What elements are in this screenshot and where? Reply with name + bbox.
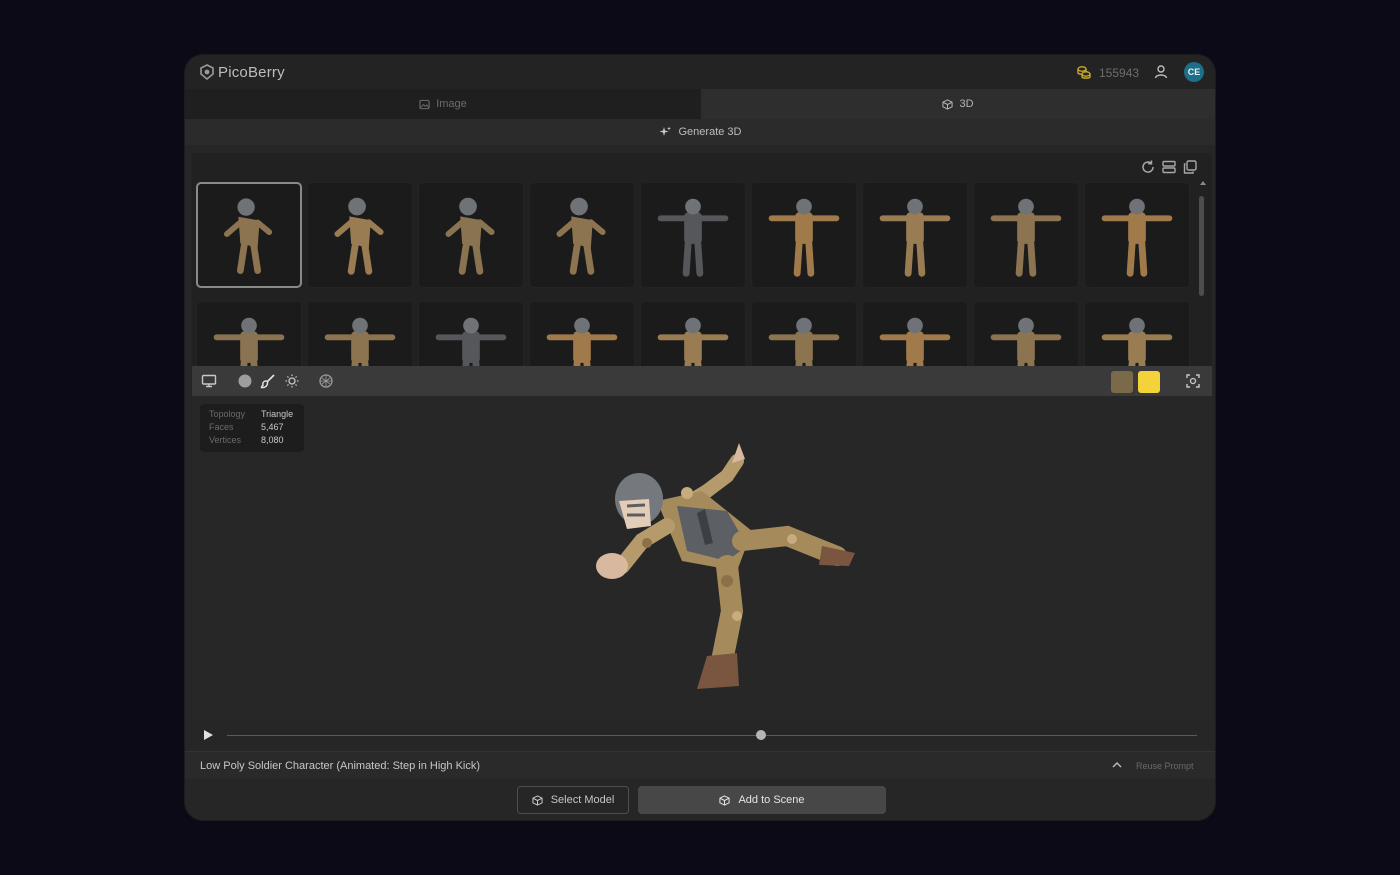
timeline-scrubber[interactable]	[755, 730, 766, 740]
model-thumbnail[interactable]	[307, 301, 413, 366]
model-thumbnail[interactable]	[418, 182, 524, 288]
image-icon	[419, 99, 430, 109]
cube-icon	[532, 794, 543, 806]
model-thumbnail[interactable]	[529, 301, 635, 366]
brand-name: PicoBerry	[218, 64, 285, 81]
soldier-preview	[657, 317, 729, 366]
tab-3d-label: 3D	[959, 98, 974, 110]
light-icon[interactable]	[284, 373, 300, 389]
user-icon[interactable]	[1153, 64, 1169, 80]
soldier-preview	[435, 317, 507, 366]
coins-icon	[1077, 66, 1091, 79]
model-thumbnail[interactable]	[418, 301, 524, 366]
reuse-prompt-link[interactable]: Reuse Prompt	[1136, 761, 1194, 771]
soldier-preview	[990, 317, 1062, 366]
mode-tabs: Image 3D	[185, 89, 1215, 119]
prompt-bar: Low Poly Soldier Character (Animated: St…	[185, 751, 1215, 780]
model-thumbnail[interactable]	[1084, 301, 1190, 366]
generate-3d-button[interactable]: Generate 3D	[185, 119, 1215, 145]
chevron-up-icon[interactable]	[1111, 760, 1123, 770]
select-model-button[interactable]: Select Model	[517, 786, 629, 814]
coin-balance: 155943	[1099, 66, 1140, 80]
model-thumbnail[interactable]	[196, 182, 302, 288]
model-thumbnail[interactable]	[973, 301, 1079, 366]
add-to-scene-label: Add to Scene	[738, 794, 805, 806]
solid-shading-icon[interactable]	[237, 373, 253, 389]
gallery-scrollbar[interactable]	[1199, 196, 1204, 296]
copy-icon[interactable]	[1182, 159, 1198, 175]
model-thumbnail[interactable]	[640, 182, 746, 288]
soldier-preview	[768, 198, 840, 277]
stat-value: 5,467	[261, 422, 284, 432]
stat-label: Vertices	[209, 435, 242, 445]
generate-3d-label: Generate 3D	[678, 126, 742, 138]
title-bar: PicoBerry 155943 CE	[185, 55, 1215, 89]
brush-icon[interactable]	[260, 373, 276, 389]
mesh-stats-panel: Topology Triangle Faces 5,467 Vertices 8…	[200, 404, 304, 452]
texture-icon[interactable]	[318, 373, 334, 389]
monitor-icon[interactable]	[201, 373, 217, 389]
soldier-preview	[1101, 198, 1173, 277]
camo-texture-swatch[interactable]	[1111, 371, 1133, 393]
cube-icon	[719, 794, 731, 806]
model-thumbnail[interactable]	[751, 182, 857, 288]
tab-3d[interactable]: 3D	[701, 89, 1215, 119]
animation-timeline	[192, 721, 1212, 751]
soldier-preview	[223, 198, 273, 274]
soldier-model[interactable]	[587, 431, 867, 701]
soldier-preview	[1101, 317, 1173, 366]
select-model-label: Select Model	[550, 794, 615, 806]
yellow-swatch[interactable]	[1138, 371, 1160, 393]
soldier-preview	[334, 197, 384, 275]
stat-value: Triangle	[261, 409, 294, 419]
tab-image-label: Image	[436, 98, 467, 110]
stat-value: 8,080	[261, 435, 284, 445]
cube-icon	[942, 98, 954, 110]
model-thumbnail[interactable]	[640, 301, 746, 366]
model-gallery	[192, 153, 1212, 366]
soldier-preview	[546, 317, 618, 366]
soldier-preview	[213, 317, 285, 366]
model-thumbnail[interactable]	[862, 182, 968, 288]
model-thumbnail[interactable]	[973, 182, 1079, 288]
scroll-up-arrow[interactable]	[1200, 181, 1206, 185]
stat-vertices: Vertices 8,080	[209, 435, 284, 448]
focus-frame-icon[interactable]	[1185, 373, 1201, 389]
soldier-preview	[657, 198, 729, 277]
sparkle-icon	[659, 126, 671, 136]
soldier-preview	[879, 198, 951, 277]
stat-label: Faces	[209, 422, 234, 432]
action-bar: Select Model Add to Scene	[185, 779, 1215, 820]
app-window: PicoBerry 155943 CE Image 3D Generate 3D…	[185, 55, 1215, 820]
soldier-preview	[879, 317, 951, 366]
stat-topology: Topology Triangle	[209, 409, 293, 422]
list-layout-icon[interactable]	[1161, 159, 1177, 175]
model-thumbnail[interactable]	[862, 301, 968, 366]
model-thumbnail[interactable]	[1084, 182, 1190, 288]
model-thumbnail[interactable]	[307, 182, 413, 288]
soldier-preview	[556, 197, 606, 275]
logo-icon	[200, 64, 214, 81]
3d-viewport[interactable]: Topology Triangle Faces 5,467 Vertices 8…	[192, 396, 1212, 751]
soldier-preview	[990, 198, 1062, 277]
gallery-toolbar	[1140, 159, 1198, 175]
refresh-icon[interactable]	[1140, 159, 1156, 175]
model-thumbnail[interactable]	[751, 301, 857, 366]
model-thumbnail[interactable]	[529, 182, 635, 288]
add-to-scene-button[interactable]: Add to Scene	[638, 786, 886, 814]
model-thumbnail[interactable]	[196, 301, 302, 366]
stat-label: Topology	[209, 409, 246, 419]
tab-image[interactable]: Image	[185, 89, 701, 119]
play-icon[interactable]	[204, 730, 213, 740]
timeline-track[interactable]	[227, 735, 1197, 736]
avatar[interactable]: CE	[1184, 62, 1204, 82]
soldier-preview	[324, 317, 396, 366]
viewer-toolbar	[192, 366, 1212, 396]
soldier-preview	[768, 317, 840, 366]
soldier-preview	[445, 197, 495, 275]
prompt-text: Low Poly Soldier Character (Animated: St…	[200, 760, 481, 772]
stat-faces: Faces 5,467	[209, 422, 284, 435]
